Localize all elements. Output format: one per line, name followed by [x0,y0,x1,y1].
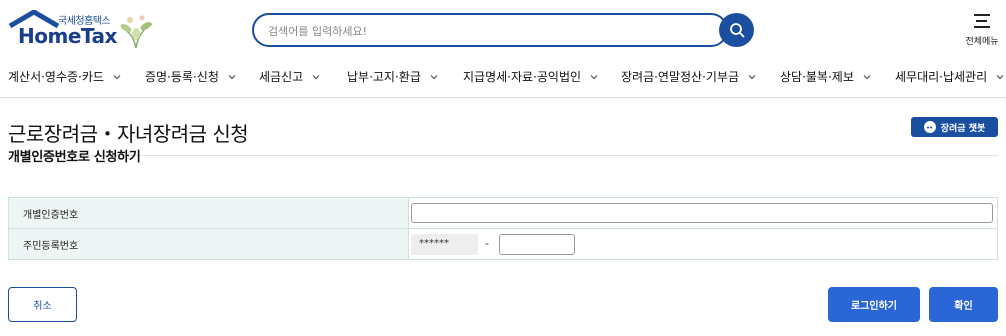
chatbot-label: 장려금 챗봇 [940,123,986,134]
all-menu-button[interactable]: 전체메뉴 [960,10,1004,47]
chevron-down-icon [863,74,871,79]
nav-item-label: 세무대리·납세관리 [895,70,988,84]
rrn-front-masked: ****** [411,234,478,255]
search-icon [729,23,744,38]
rrn-label: 주민등록번호 [8,228,409,260]
nav-item-label: 지급명세·자료·공익법인 [463,70,582,84]
hamburger-icon [974,14,990,28]
auth-form-table: 개별인증번호 주민등록번호 ****** - [8,197,998,260]
nav-item-label: 증명·등록·신청 [145,70,219,84]
nav-item-tax-return[interactable]: 세금신고 [259,68,321,85]
logo-english-text: HomeTax [18,24,117,48]
main-nav: 계산서·영수증·카드 증명·등록·신청 세금신고 납부·고지·환급 지급명세·자… [0,58,1006,98]
auth-number-input[interactable] [411,203,993,223]
login-button[interactable]: 로그인하기 [828,287,920,322]
nav-item-invoice[interactable]: 계산서·영수증·카드 [8,68,122,85]
search-input[interactable] [268,22,708,40]
chevron-down-icon [748,74,756,79]
nav-item-label: 계산서·영수증·카드 [8,70,104,84]
chatbot-icon [923,121,936,133]
auth-number-label: 개별인증번호 [8,197,409,229]
nav-item-label: 납부·고지·환급 [347,70,421,84]
section-title: 개별인증번호로 신청하기 [8,150,141,165]
title-divider [8,155,998,156]
plant-decoration-icon [120,15,153,49]
rrn-back-input[interactable] [499,234,575,255]
table-row: 주민등록번호 ****** - [8,228,998,260]
nav-item-consult[interactable]: 상담·불복·제보 [780,68,872,85]
page-title: 근로장려금・자녀장려금 신청 [8,122,249,146]
hometax-logo[interactable]: 국세청홈택스 HomeTax [8,10,158,50]
chevron-down-icon [996,74,1004,79]
all-menu-label: 전체메뉴 [965,37,999,47]
rrn-separator: - [485,237,489,250]
nav-item-certificate[interactable]: 증명·등록·신청 [145,68,237,85]
nav-item-statements[interactable]: 지급명세·자료·공익법인 [463,68,599,85]
confirm-button[interactable]: 확인 [929,287,998,322]
chevron-down-icon [312,74,320,79]
cancel-button[interactable]: 취소 [8,287,77,322]
nav-item-incentive[interactable]: 장려금·연말정산·기부금 [621,68,757,85]
chevron-down-icon [590,74,598,79]
incentive-chatbot-button[interactable]: 장려금 챗봇 [911,117,998,137]
nav-item-label: 상담·불복·제보 [780,70,854,84]
nav-item-label: 세금신고 [259,70,304,84]
chevron-down-icon [113,74,121,79]
chevron-down-icon [228,74,236,79]
nav-item-agent[interactable]: 세무대리·납세관리 [895,68,1005,85]
nav-item-label: 장려금·연말정산·기부금 [621,70,740,84]
chevron-down-icon [430,74,438,79]
nav-item-payment[interactable]: 납부·고지·환급 [347,68,439,85]
search-button[interactable] [719,13,754,47]
search-box [252,13,728,47]
table-row: 개별인증번호 [8,197,998,229]
